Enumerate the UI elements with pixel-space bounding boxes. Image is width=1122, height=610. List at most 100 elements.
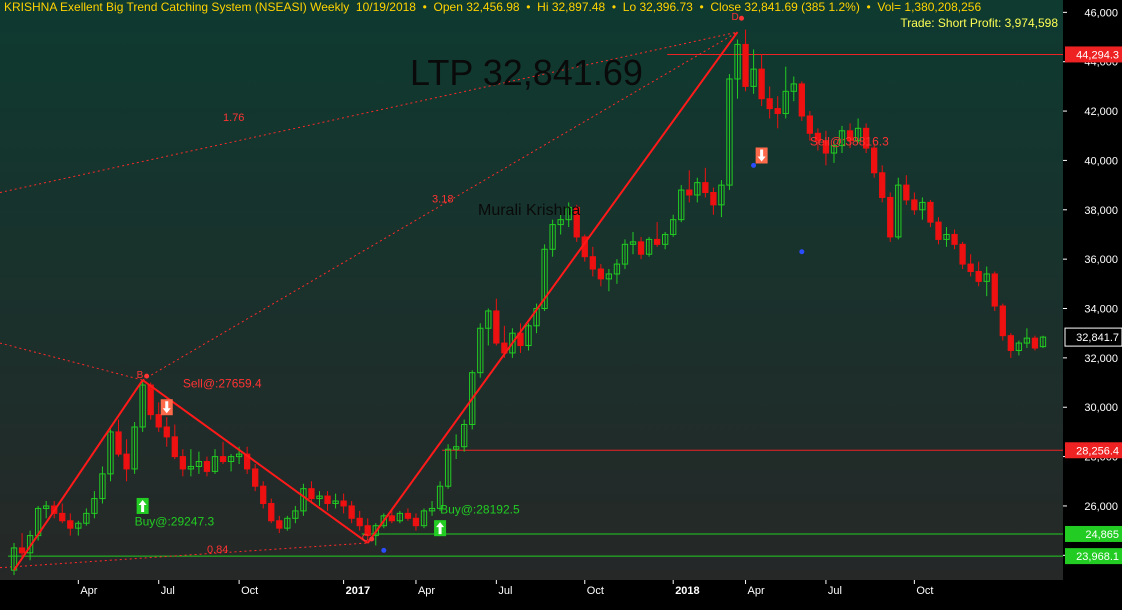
bear-candle	[404, 512, 412, 519]
bear-candle	[991, 273, 998, 307]
time-axis-panel	[0, 580, 1063, 610]
chart-root: B D C 1.76 3.18 0.84 Sell@:27659.4 Sell@:38816.…	[0, 0, 1122, 610]
buy-label: Buy@:29247.3	[135, 515, 215, 529]
level-tag-label: 24,865	[1085, 529, 1119, 541]
bear-candle	[999, 305, 1006, 337]
bear-candle	[268, 502, 275, 522]
header-separator: •	[866, 0, 871, 14]
chart-header: KRISHNA Exellent Big Trend Catching Syst…	[4, 0, 981, 14]
header-separator: •	[526, 0, 531, 14]
bear-candle	[388, 515, 395, 522]
bear-candle	[806, 115, 814, 134]
bear-candle	[171, 436, 178, 458]
y-tick-label: 40,000	[1084, 155, 1118, 167]
last-price-label: 32,841.7	[1076, 332, 1119, 344]
bear-candle	[871, 147, 878, 174]
sell-label: Sell@:27659.4	[183, 376, 262, 390]
bear-candle	[887, 196, 894, 238]
swing-dot	[381, 547, 387, 553]
swing-dot	[751, 162, 757, 168]
bear-candle	[493, 310, 500, 344]
header-separator: •	[611, 0, 617, 14]
x-tick-label: Apr	[748, 585, 765, 597]
x-tick-label: Oct	[916, 585, 933, 597]
header-open: Open 32,456.98	[433, 0, 520, 14]
header-date: 10/19/2018	[355, 0, 416, 14]
bear-candle	[597, 268, 605, 280]
pivot-marker	[739, 15, 745, 21]
bear-candle	[67, 520, 74, 529]
ltp-label: LTP 32,841.69	[410, 52, 643, 93]
bear-candle	[115, 431, 122, 455]
x-tick-label: Apr	[80, 585, 97, 597]
ratio-label: 0.84	[207, 544, 228, 556]
bear-candle	[774, 108, 781, 115]
bear-candle	[203, 461, 211, 472]
sell-label: Sell@:38816.3	[810, 135, 889, 149]
pivot-label: C	[362, 533, 369, 544]
bear-candle	[348, 505, 355, 519]
x-tick-label: Jul	[498, 585, 512, 597]
y-tick-label: 32,000	[1084, 353, 1118, 365]
bear-candle	[252, 468, 259, 487]
header-volume: Vol= 1,380,208,256	[877, 0, 982, 14]
y-tick-label: 36,000	[1084, 254, 1118, 266]
bear-candle	[911, 199, 918, 211]
bear-candle	[951, 233, 958, 245]
bear-candle	[123, 453, 130, 470]
ratio-label: 3.18	[432, 193, 453, 205]
bear-candle	[935, 221, 942, 240]
bear-candle	[308, 488, 315, 500]
swing-dot	[799, 249, 805, 255]
level-tag-label: 44,294.3	[1076, 49, 1119, 61]
bear-candle	[903, 184, 910, 201]
bear-candle	[356, 517, 363, 527]
y-tick-label: 34,000	[1084, 304, 1118, 316]
header-high: Hi 32,897.48	[537, 0, 606, 14]
bear-candle	[758, 68, 765, 100]
bear-candle	[59, 512, 66, 522]
x-tick-label: 2018	[675, 585, 699, 597]
header-title: KRISHNA Exellent Big Trend Catching Syst…	[4, 0, 350, 14]
ratio-label: 1.76	[223, 112, 244, 124]
x-tick-label: 2017	[346, 585, 370, 597]
header-close: Close 32,841.69 (385 1.2%)	[710, 0, 860, 14]
bear-candle	[927, 201, 934, 223]
bear-candle	[155, 414, 162, 428]
bear-candle	[686, 189, 693, 196]
bear-candle	[260, 485, 267, 504]
bear-candle	[702, 182, 709, 194]
bear-candle	[18, 547, 26, 554]
bear-candle	[967, 263, 974, 272]
bear-candle	[589, 256, 596, 270]
header-separator: •	[699, 0, 704, 14]
bear-candle	[412, 517, 420, 527]
bear-candle	[798, 83, 805, 117]
header-separator: •	[422, 0, 427, 14]
pivot-marker	[369, 536, 375, 542]
bear-candle	[637, 241, 645, 255]
bear-candle	[179, 456, 186, 470]
bear-candle	[879, 172, 886, 198]
y-tick-label: 26,000	[1084, 501, 1118, 513]
level-tag-label: 23,968.1	[1076, 551, 1119, 563]
bear-candle	[163, 426, 170, 438]
bear-candle	[959, 243, 966, 265]
y-tick-label: 46,000	[1084, 7, 1118, 19]
x-tick-label: Jul	[828, 585, 842, 597]
bear-candle	[324, 495, 331, 504]
buy-label: Buy@:28192.5	[440, 502, 520, 516]
bear-candle	[710, 192, 717, 206]
bear-candle	[340, 500, 347, 507]
bear-candle	[766, 98, 773, 110]
bear-candle	[1007, 335, 1014, 351]
bear-candle	[219, 456, 227, 463]
y-tick-label: 42,000	[1084, 106, 1118, 118]
level-tag-label: 28,256.4	[1076, 445, 1119, 457]
author-watermark: Murali Krishna	[478, 202, 581, 219]
pivot-label: B	[137, 370, 144, 381]
x-tick-label: Jul	[161, 585, 175, 597]
x-tick-label: Apr	[418, 585, 435, 597]
y-tick-label: 38,000	[1084, 205, 1118, 217]
bear-candle	[276, 520, 283, 529]
